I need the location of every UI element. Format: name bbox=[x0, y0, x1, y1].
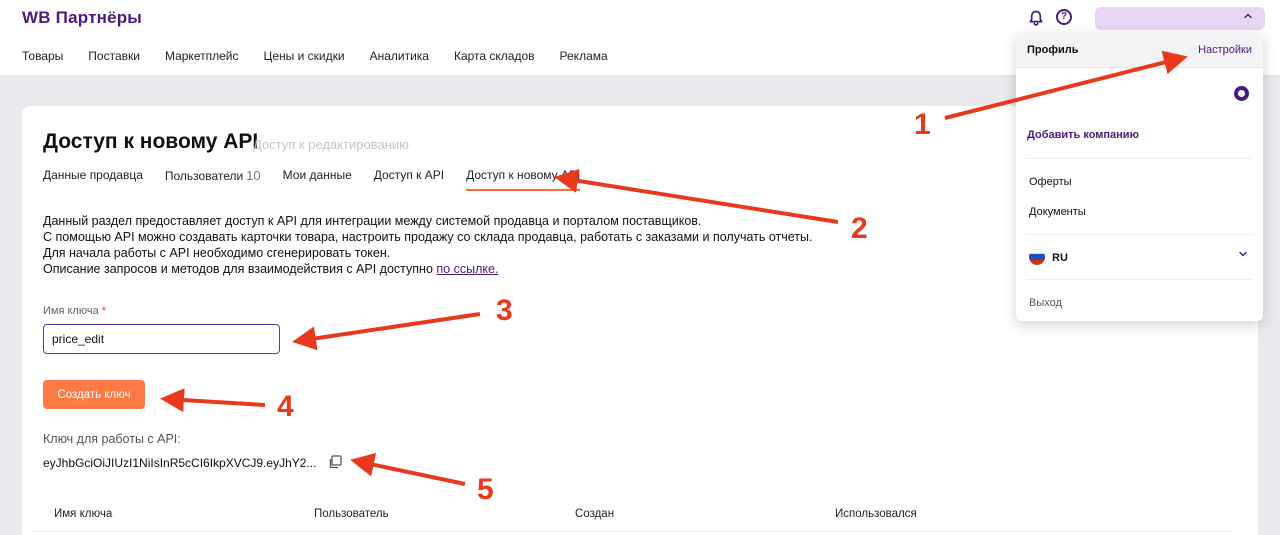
divider bbox=[1026, 234, 1253, 235]
column-key-name: Имя ключа bbox=[54, 508, 113, 520]
column-created: Создан bbox=[575, 508, 615, 520]
token-label: Ключ для работы с API: bbox=[43, 432, 181, 446]
api-description: Данный раздел предоставляет доступ к API… bbox=[43, 214, 813, 276]
annotation-number-1: 1 bbox=[914, 108, 931, 141]
language-select[interactable]: RU bbox=[1052, 252, 1068, 264]
nav-item-ads[interactable]: Реклама bbox=[560, 49, 608, 63]
tab-users[interactable]: Пользователи 10 bbox=[165, 168, 261, 191]
profile-menu-button[interactable] bbox=[1095, 7, 1265, 30]
annotation-number-5: 5 bbox=[477, 473, 494, 506]
annotation-number-2: 2 bbox=[851, 212, 868, 245]
users-count: 10 bbox=[246, 168, 261, 183]
create-key-button[interactable]: Создать ключ bbox=[43, 380, 145, 409]
dropdown-header: Профиль Настройки bbox=[1016, 33, 1263, 68]
russia-flag-icon bbox=[1029, 249, 1045, 265]
nav-item-marketplace[interactable]: Маркетплейс bbox=[165, 49, 239, 63]
tab-api-access[interactable]: Доступ к API bbox=[374, 168, 444, 191]
chevron-up-icon bbox=[1243, 11, 1253, 24]
profile-dropdown: Профиль Настройки Добавить компанию Офер… bbox=[1016, 33, 1263, 321]
nav-item-supplies[interactable]: Поставки bbox=[88, 49, 140, 63]
nav-item-warehouse-map[interactable]: Карта складов bbox=[454, 49, 535, 63]
column-last-used: Использовался bbox=[835, 508, 917, 520]
nav-item-analytics[interactable]: Аналитика bbox=[370, 49, 429, 63]
profile-label: Профиль bbox=[1027, 44, 1079, 56]
divider bbox=[1026, 279, 1253, 280]
key-name-input[interactable] bbox=[43, 324, 280, 354]
logo[interactable]: WB Партнёры bbox=[22, 8, 142, 28]
column-user: Пользователь bbox=[314, 508, 389, 520]
add-company-link[interactable]: Добавить компанию bbox=[1027, 129, 1139, 141]
help-glyph: ? bbox=[1056, 9, 1072, 25]
token-value: eyJhbGciOiJIUzI1NiIsInR5cCI6IkpXVCJ9.eyJ… bbox=[43, 456, 317, 470]
annotation-number-3: 3 bbox=[496, 294, 513, 327]
logout-link[interactable]: Выход bbox=[1029, 297, 1062, 309]
company-radio[interactable] bbox=[1234, 86, 1249, 101]
keys-table-header: Имя ключа Пользователь Создан Использова… bbox=[32, 496, 1232, 532]
tab-seller-data[interactable]: Данные продавца bbox=[43, 168, 143, 191]
divider bbox=[1026, 158, 1253, 159]
nav-item-prices[interactable]: Цены и скидки bbox=[263, 49, 344, 63]
help-icon[interactable]: ? bbox=[1056, 9, 1074, 27]
tab-new-api-access[interactable]: Доступ к новому API bbox=[466, 168, 581, 191]
chevron-down-icon[interactable] bbox=[1238, 248, 1248, 262]
tab-my-data[interactable]: Мои данные bbox=[283, 168, 352, 191]
nav-item-goods[interactable]: Товары bbox=[22, 49, 63, 63]
tab-bar: Данные продавца Пользователи 10 Мои данны… bbox=[43, 168, 602, 191]
copy-icon[interactable] bbox=[327, 454, 343, 470]
offers-link[interactable]: Оферты bbox=[1029, 176, 1072, 188]
page-subtitle: Доступ к редактированию bbox=[253, 137, 409, 152]
annotation-number-4: 4 bbox=[277, 390, 294, 423]
docs-link[interactable]: по ссылке. bbox=[436, 262, 498, 276]
bell-icon[interactable] bbox=[1027, 9, 1045, 27]
settings-link[interactable]: Настройки bbox=[1198, 44, 1252, 56]
documents-link[interactable]: Документы bbox=[1029, 206, 1086, 218]
key-name-label: Имя ключа * bbox=[43, 305, 107, 317]
page-title: Доступ к новому API bbox=[43, 130, 259, 153]
main-nav: Товары Поставки Маркетплейс Цены и скидк… bbox=[22, 49, 633, 63]
